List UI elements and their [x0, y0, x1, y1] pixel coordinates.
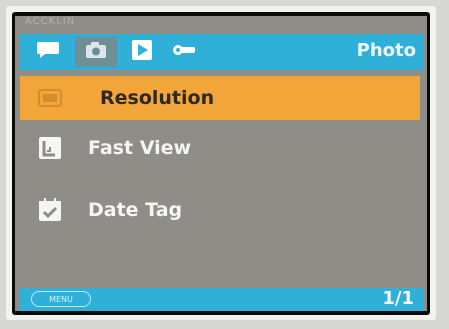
menu-item-resolution[interactable]: Resolution: [20, 76, 420, 120]
corner-text: ACCKLIN: [25, 16, 76, 27]
top-bar: Photo: [19, 34, 424, 70]
menu-button[interactable]: MENU: [31, 291, 91, 307]
menu-item-label: Fast View: [88, 137, 192, 159]
resolution-icon: [32, 80, 68, 116]
chat-icon: [36, 41, 60, 63]
menu-item-label: Date Tag: [88, 199, 183, 221]
camera-icon: [84, 40, 108, 64]
fast-view-icon: [32, 130, 68, 166]
tab-settings[interactable]: [165, 37, 207, 67]
menu-screen: ACCKLIN Photo Resolution Fast View Date …: [15, 16, 427, 311]
bottom-bar: MENU 1/1: [19, 288, 424, 311]
page-indicator: 1/1: [382, 288, 414, 309]
tab-playback[interactable]: [123, 37, 161, 67]
mode-title: Photo: [356, 40, 416, 61]
menu-item-label: Resolution: [100, 87, 215, 109]
menu-item-fast-view[interactable]: Fast View: [20, 126, 420, 170]
play-icon: [131, 39, 153, 65]
wrench-icon: [172, 41, 200, 63]
menu-item-date-tag[interactable]: Date Tag: [20, 188, 420, 232]
tab-camera[interactable]: [75, 37, 117, 67]
tab-chat[interactable]: [27, 37, 69, 67]
date-tag-icon: [32, 192, 68, 228]
